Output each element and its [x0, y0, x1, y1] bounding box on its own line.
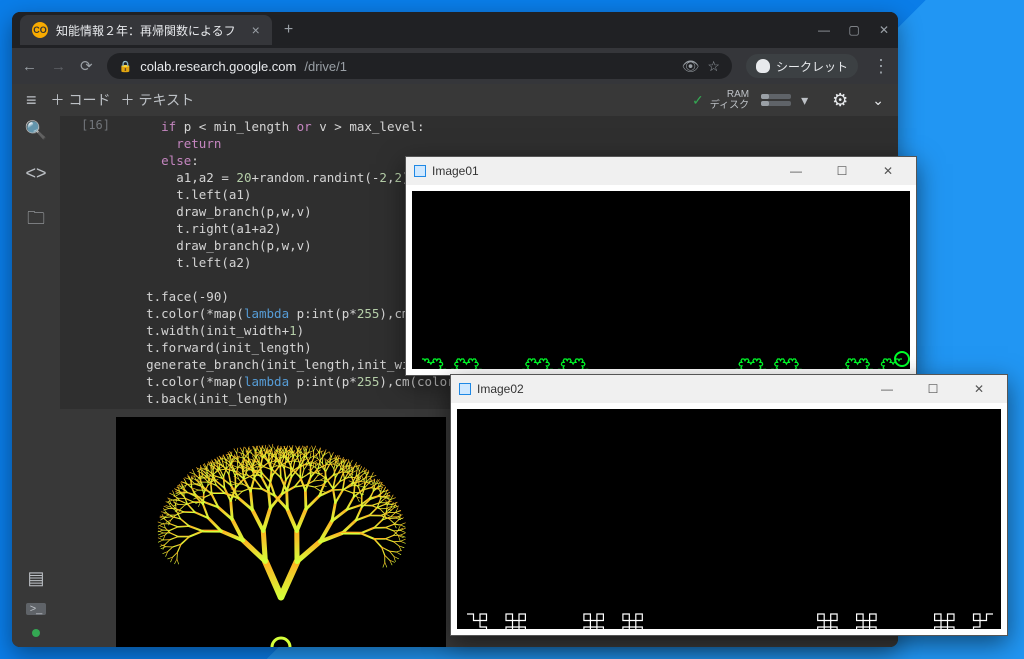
code-label: コード	[69, 90, 111, 110]
minimize-icon[interactable]: —	[776, 164, 816, 178]
url-host: colab.research.google.com	[140, 59, 296, 74]
image1-canvas	[412, 191, 910, 369]
address-bar: ← → ⟳ 🔒 colab.research.google.com/drive/…	[12, 48, 898, 84]
close-icon[interactable]: ✕	[878, 23, 890, 37]
incognito-icon	[756, 59, 770, 73]
close-icon[interactable]: ✕	[868, 164, 908, 178]
new-tab-button[interactable]: +	[284, 21, 293, 39]
plus-icon: ＋	[121, 90, 135, 110]
incognito-badge[interactable]: シークレット	[746, 54, 858, 78]
koch-curve-icon	[412, 191, 912, 369]
image2-canvas	[457, 409, 1001, 629]
incognito-label: シークレット	[776, 58, 848, 75]
image-window-2: Image02 — ☐ ✕	[450, 374, 1008, 636]
runtime-status[interactable]: ✓ RAM ディスク ▾	[692, 89, 808, 111]
left-sidebar: 🔍 <> 🗀 ▤ >_	[12, 116, 60, 647]
files-icon[interactable]: 🗀	[27, 206, 45, 236]
omnibox[interactable]: 🔒 colab.research.google.com/drive/1 👁 ☆	[107, 53, 732, 79]
cell-output-tree	[116, 417, 446, 647]
maximize-icon[interactable]: ▢	[848, 23, 860, 37]
bookmark-icon[interactable]: ☆	[707, 58, 720, 75]
fractal-white-icon	[457, 409, 1003, 629]
plus-icon: ＋	[51, 90, 65, 110]
cell-execution-count: [16]	[60, 116, 116, 409]
connected-check-icon: ✓	[692, 92, 704, 109]
ram-bar	[761, 94, 791, 99]
forward-icon[interactable]: →	[51, 58, 66, 75]
lock-icon: 🔒	[119, 60, 133, 73]
disk-bar	[761, 101, 791, 106]
minimize-icon[interactable]: —	[867, 382, 907, 396]
menu-icon[interactable]: ⋮	[872, 56, 888, 77]
collapse-icon[interactable]: ⌄	[872, 92, 884, 109]
maximize-icon[interactable]: ☐	[822, 164, 862, 178]
image1-titlebar[interactable]: Image01 — ☐ ✕	[406, 157, 916, 185]
image1-title: Image01	[432, 164, 479, 178]
resource-bars	[761, 94, 791, 106]
disk-label: ディスク	[710, 100, 749, 111]
status-dot-icon	[32, 629, 40, 637]
add-code-button[interactable]: ＋ コード	[51, 90, 111, 110]
image2-titlebar[interactable]: Image02 — ☐ ✕	[451, 375, 1007, 403]
tab-title: 知能情報２年：再帰関数によるフ	[56, 22, 236, 39]
search-icon[interactable]: 🔍	[25, 120, 47, 141]
toc-toggle-icon[interactable]: ≡	[26, 90, 37, 111]
chevron-down-icon[interactable]: ▾	[801, 92, 808, 109]
maximize-icon[interactable]: ☐	[913, 382, 953, 396]
colab-toolbar: ≡ ＋ コード ＋ テキスト ✓ RAM ディスク ▾ ⚙ ⌄	[12, 84, 898, 116]
ram-label: RAM	[727, 89, 749, 100]
add-text-button[interactable]: ＋ テキスト	[121, 90, 195, 110]
close-icon[interactable]: ✕	[959, 382, 999, 396]
back-icon[interactable]: ←	[22, 58, 37, 75]
minimize-icon[interactable]: —	[818, 23, 830, 37]
titlebar: CO 知能情報２年：再帰関数によるフ × + — ▢ ✕	[12, 12, 898, 48]
command-palette-icon[interactable]: ▤	[27, 568, 44, 589]
app-icon	[414, 165, 426, 177]
tracking-icon[interactable]: 👁	[682, 58, 700, 75]
close-tab-icon[interactable]: ×	[252, 22, 260, 38]
code-snippets-icon[interactable]: <>	[25, 163, 46, 184]
window-controls: — ▢ ✕	[818, 23, 890, 37]
text-label: テキスト	[139, 90, 195, 110]
image2-title: Image02	[477, 382, 524, 396]
browser-tab[interactable]: CO 知能情報２年：再帰関数によるフ ×	[20, 15, 272, 45]
reload-icon[interactable]: ⟳	[80, 57, 93, 75]
fractal-tree-icon	[116, 417, 446, 647]
terminal-icon[interactable]: >_	[26, 603, 47, 615]
url-path: /drive/1	[304, 59, 347, 74]
app-icon	[459, 383, 471, 395]
colab-favicon-icon: CO	[32, 22, 48, 38]
image-window-1: Image01 — ☐ ✕	[405, 156, 917, 376]
gear-icon[interactable]: ⚙	[832, 90, 848, 111]
